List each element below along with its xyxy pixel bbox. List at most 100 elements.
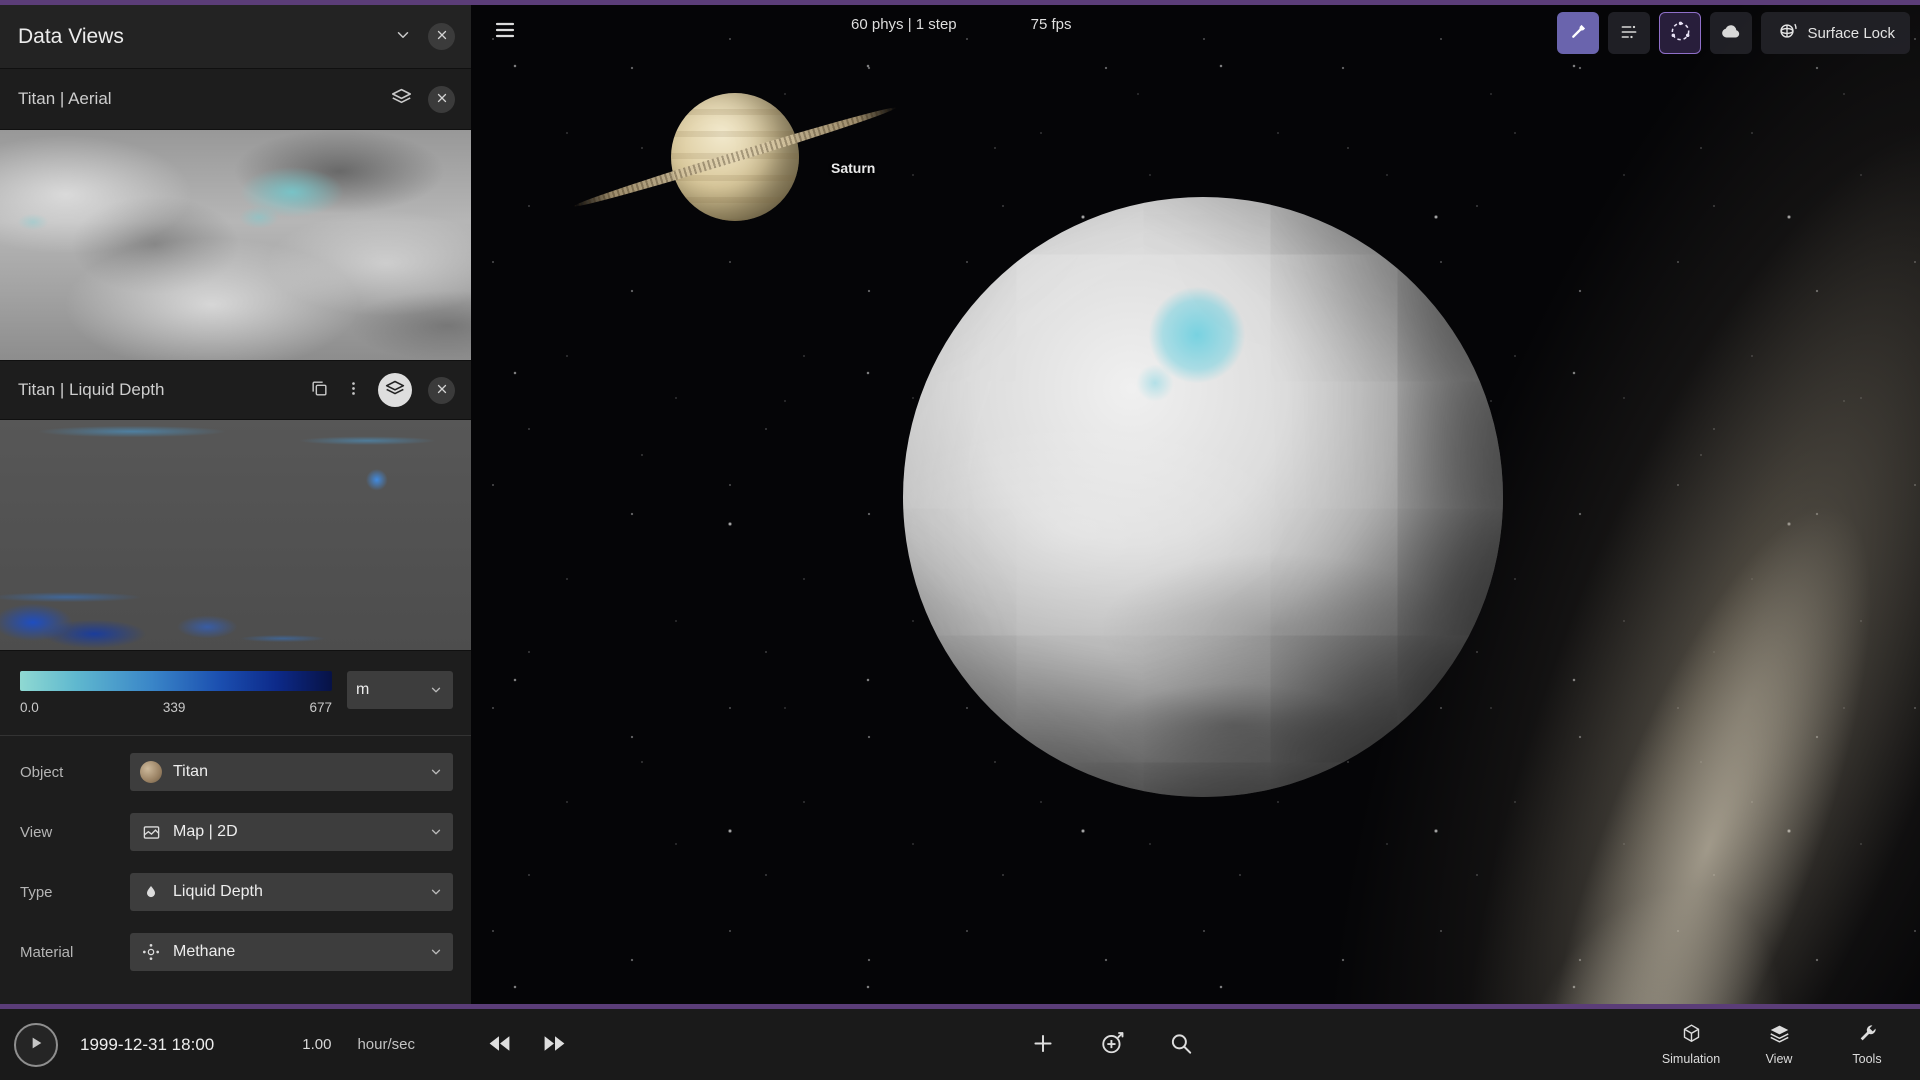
- view-menu-label: View: [1766, 1052, 1793, 1066]
- flashlight-toggle-button[interactable]: [1557, 12, 1599, 54]
- panel-title: Data Views: [18, 25, 394, 49]
- bottom-menu-group: Simulation View Tools: [1652, 1023, 1906, 1066]
- data-views-header: Data Views: [0, 5, 471, 69]
- surface-lock-icon: [1776, 20, 1798, 46]
- section-title-aerial: Titan | Aerial: [18, 89, 391, 109]
- main-area: Data Views Titan | Aeria: [0, 5, 1920, 1004]
- chevron-down-icon: [429, 945, 443, 959]
- more-options-button[interactable]: [345, 380, 362, 400]
- material-value: Methane: [173, 943, 419, 961]
- copy-icon: [310, 379, 329, 401]
- chevron-down-icon: [429, 765, 443, 779]
- collapse-panel-button[interactable]: [394, 26, 412, 47]
- surface-lock-button[interactable]: Surface Lock: [1761, 12, 1910, 54]
- bottom-bar: 1999-12-31 18:00 1.00 hour/sec: [0, 1004, 1920, 1080]
- viewport-toolbar: Surface Lock: [1557, 12, 1910, 54]
- titan-icon: [139, 761, 163, 783]
- type-label: Type: [20, 884, 130, 901]
- unit-dropdown[interactable]: m: [347, 671, 453, 709]
- duplicate-view-button[interactable]: [310, 379, 329, 401]
- droplet-icon: [139, 884, 163, 900]
- play-button[interactable]: [14, 1023, 58, 1067]
- type-dropdown[interactable]: Liquid Depth: [130, 873, 453, 911]
- play-icon: [28, 1035, 44, 1054]
- view-label: View: [20, 824, 130, 841]
- hud-readouts-icon: [1619, 22, 1639, 45]
- liquid-layers-button-active[interactable]: [378, 373, 412, 407]
- colorbar-labels: 0.0 339 677: [20, 700, 332, 715]
- close-icon: [436, 29, 448, 44]
- sim-rate-unit: hour/sec: [357, 1036, 415, 1053]
- liquid-section-actions: [310, 373, 455, 407]
- chevron-down-icon: [429, 683, 443, 697]
- aerial-close-button[interactable]: [428, 86, 455, 113]
- colorbar-wrap: 0.0 339 677: [20, 671, 332, 715]
- view-dropdown[interactable]: Map | 2D: [130, 813, 453, 851]
- hamburger-icon: [493, 18, 517, 45]
- property-row-material: Material Methane: [0, 922, 471, 982]
- orbits-toggle-button[interactable]: [1659, 12, 1701, 54]
- titan-moon[interactable]: [903, 197, 1503, 797]
- sim-rate-value[interactable]: 1.00: [302, 1036, 331, 1053]
- liquid-depth-map-thumbnail[interactable]: [0, 419, 471, 651]
- colorbar-max: 677: [309, 700, 332, 715]
- layers-icon: [385, 379, 405, 402]
- type-value: Liquid Depth: [173, 883, 419, 901]
- material-dropdown[interactable]: Methane: [130, 933, 453, 971]
- view-value: Map | 2D: [173, 823, 419, 841]
- layers-icon: [391, 87, 412, 111]
- flashlight-icon: [1568, 22, 1588, 45]
- close-icon: [436, 383, 448, 398]
- search-button[interactable]: [1168, 1030, 1194, 1059]
- kebab-menu-icon: [345, 380, 362, 400]
- tools-menu-label: Tools: [1852, 1052, 1881, 1066]
- fps-readout: 75 fps: [1031, 16, 1072, 33]
- property-row-type: Type Liquid Depth: [0, 862, 471, 922]
- simulation-menu-button[interactable]: Simulation: [1652, 1023, 1730, 1066]
- center-tools: [1030, 1029, 1194, 1060]
- wrench-icon: [1857, 1023, 1878, 1047]
- close-panel-button[interactable]: [428, 23, 455, 50]
- colorbar-min: 0.0: [20, 700, 39, 715]
- section-header-aerial: Titan | Aerial: [0, 69, 471, 129]
- speed-up-button[interactable]: [542, 1031, 567, 1059]
- surface-lock-label: Surface Lock: [1807, 25, 1895, 42]
- phys-step-readout: 60 phys | 1 step: [851, 16, 957, 33]
- chevron-down-icon: [394, 26, 412, 47]
- property-row-object: Object Titan: [0, 742, 471, 802]
- performance-stats: 60 phys | 1 step 75 fps: [851, 16, 1072, 33]
- slow-down-button[interactable]: [487, 1031, 512, 1059]
- select-target-button[interactable]: [1098, 1029, 1126, 1060]
- methane-molecule-icon: [139, 942, 163, 962]
- panel-divider: [0, 735, 471, 736]
- saturn-label: Saturn: [831, 160, 875, 176]
- rewind-icon: [487, 1031, 512, 1059]
- data-views-panel: Data Views Titan | Aeria: [0, 5, 471, 1004]
- panel-header-actions: [394, 23, 455, 50]
- chevron-down-icon: [429, 825, 443, 839]
- cube-icon: [1681, 1023, 1702, 1047]
- colorbar-gradient: [20, 671, 332, 691]
- object-value: Titan: [173, 763, 419, 781]
- object-dropdown[interactable]: Titan: [130, 753, 453, 791]
- time-step-controls: [487, 1031, 567, 1059]
- property-row-view: View Map | 2D: [0, 802, 471, 862]
- aerial-map-thumbnail[interactable]: [0, 129, 471, 361]
- section-title-liquid-depth: Titan | Liquid Depth: [18, 380, 310, 400]
- sim-datetime[interactable]: 1999-12-31 18:00: [80, 1035, 214, 1055]
- section-header-liquid-depth: Titan | Liquid Depth: [0, 361, 471, 419]
- saturn-planet[interactable]: [671, 93, 799, 221]
- main-menu-button[interactable]: [493, 18, 517, 45]
- liquid-close-button[interactable]: [428, 377, 455, 404]
- hud-readouts-button[interactable]: [1608, 12, 1650, 54]
- aerial-section-actions: [391, 86, 455, 113]
- tools-menu-button[interactable]: Tools: [1828, 1023, 1906, 1066]
- plus-icon: [1030, 1030, 1056, 1059]
- chevron-down-icon: [429, 885, 443, 899]
- clouds-toggle-button[interactable]: [1710, 12, 1752, 54]
- add-object-button[interactable]: [1030, 1030, 1056, 1059]
- view-menu-button[interactable]: View: [1740, 1023, 1818, 1066]
- aerial-layers-button[interactable]: [391, 87, 412, 111]
- colorbar-mid: 339: [163, 700, 186, 715]
- viewport-3d[interactable]: 60 phys | 1 step 75 fps: [471, 5, 1920, 1004]
